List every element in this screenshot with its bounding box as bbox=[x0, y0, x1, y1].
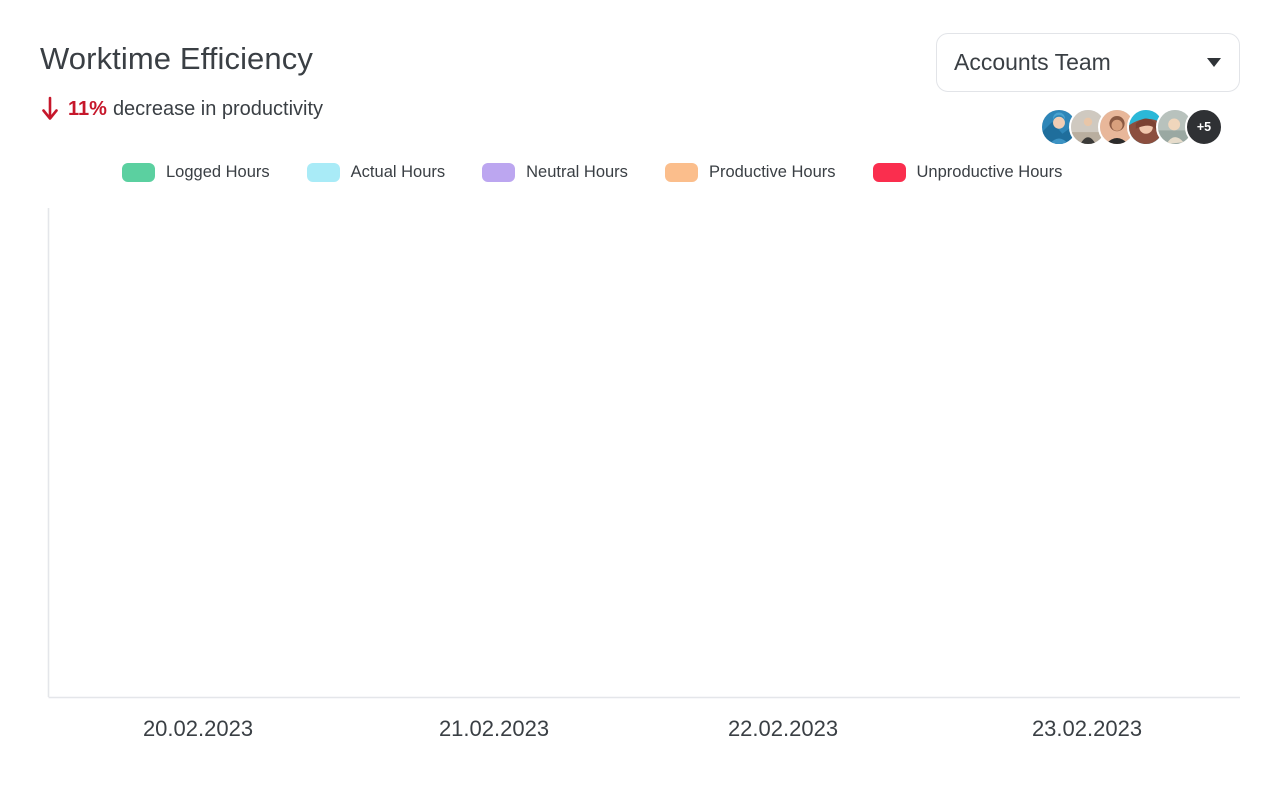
page-title: Worktime Efficiency bbox=[40, 41, 313, 76]
trend-value: 11% bbox=[68, 97, 107, 120]
chevron-down-icon bbox=[1207, 58, 1221, 67]
x-tick-label: 21.02.2023 bbox=[438, 716, 550, 741]
legend-item-productive-hours[interactable]: Productive Hours bbox=[664, 163, 836, 182]
avatar-overflow-count[interactable]: +5 bbox=[1185, 108, 1223, 146]
legend-label: Neutral Hours bbox=[526, 163, 628, 181]
legend-item-logged-hours[interactable]: Logged Hours bbox=[122, 163, 270, 182]
x-axis-labels: 20.02.2023 21.02.2023 22.02.2023 23.02.2… bbox=[0, 716, 1280, 756]
team-avatar-group[interactable]: +5 bbox=[1040, 108, 1223, 146]
legend-swatch bbox=[482, 163, 516, 182]
legend-item-unproductive-hours[interactable]: Unproductive Hours bbox=[872, 163, 1063, 182]
dashboard-card: Worktime Efficiency 11% decrease in prod… bbox=[0, 0, 1280, 800]
legend-swatch bbox=[306, 163, 340, 182]
legend-swatch bbox=[122, 163, 155, 182]
legend-swatch bbox=[872, 163, 906, 182]
x-tick-label: 23.02.2023 bbox=[1031, 716, 1143, 741]
arrow-down-icon bbox=[42, 96, 58, 120]
legend-label: Actual Hours bbox=[350, 163, 446, 181]
legend-label: Logged Hours bbox=[166, 163, 270, 181]
trend-text: decrease in productivity bbox=[112, 97, 324, 120]
area-chart bbox=[0, 196, 1280, 716]
legend-item-actual-hours[interactable]: Actual Hours bbox=[306, 163, 446, 182]
legend-label: Unproductive Hours bbox=[916, 163, 1063, 181]
productivity-trend: 11% decrease in productivity bbox=[41, 96, 323, 122]
legend-label: Productive Hours bbox=[708, 163, 836, 181]
chart-legend: Logged Hours Actual Hours Neutral Hours … bbox=[122, 163, 1099, 182]
chart-canvas bbox=[47, 208, 1240, 699]
x-tick-label: 20.02.2023 bbox=[142, 716, 254, 741]
legend-item-neutral-hours[interactable]: Neutral Hours bbox=[482, 163, 628, 182]
x-tick-label: 22.02.2023 bbox=[727, 716, 839, 741]
team-selector-dropdown[interactable]: Accounts Team bbox=[936, 33, 1240, 92]
team-selector-label: Accounts Team bbox=[954, 49, 1111, 75]
legend-swatch bbox=[664, 163, 698, 182]
